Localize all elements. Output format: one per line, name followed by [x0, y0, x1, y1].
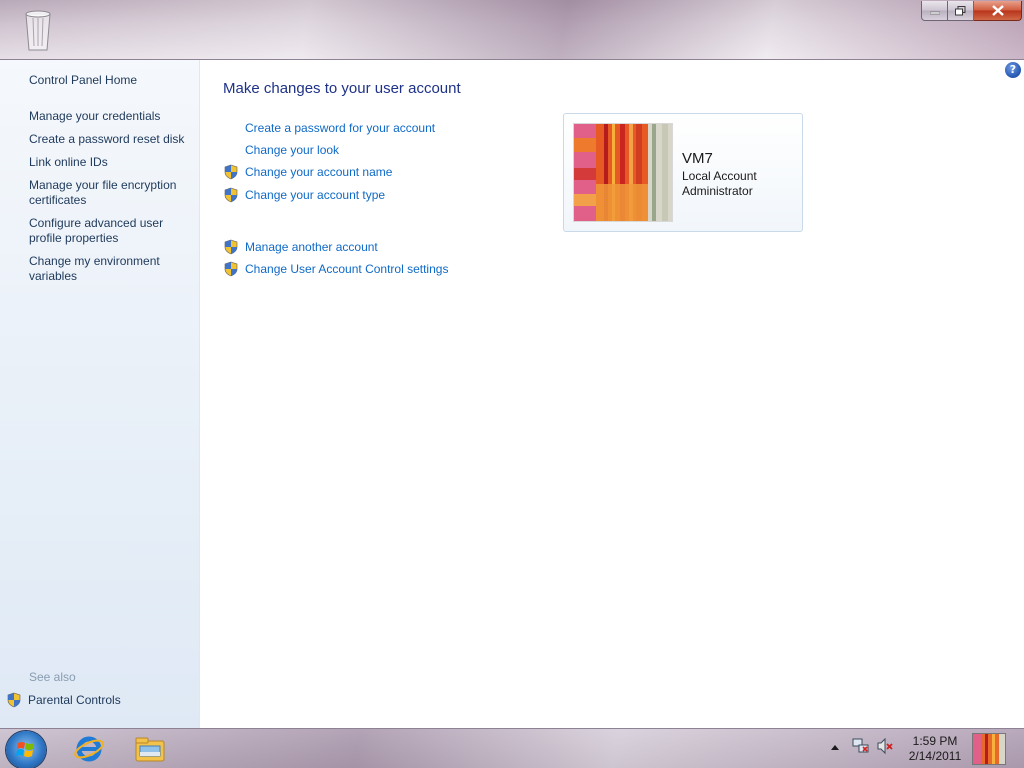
windows-explorer-icon — [135, 737, 165, 762]
minimize-icon — [929, 11, 940, 14]
internet-explorer-button[interactable] — [72, 733, 106, 765]
task-create-password[interactable]: Create a password for your account — [223, 120, 435, 136]
show-hidden-icons-arrow[interactable] — [831, 745, 839, 750]
taskbar: 1:59 PM 2/14/2011 — [0, 728, 1024, 768]
system-clock[interactable]: 1:59 PM 2/14/2011 — [900, 734, 970, 764]
task-change-account-name[interactable]: Change your account name — [223, 164, 392, 180]
account-picture[interactable] — [573, 123, 673, 222]
clock-time: 1:59 PM — [912, 734, 958, 748]
uac-shield-icon — [224, 239, 238, 255]
help-button[interactable]: ? — [1005, 62, 1021, 78]
clock-date: 2/14/2011 — [908, 749, 962, 763]
caption-buttons — [921, 1, 1022, 21]
network-tray-button[interactable] — [852, 737, 870, 755]
uac-shield-icon — [224, 164, 238, 180]
link-online-ids-link[interactable]: Link online IDs — [29, 155, 194, 170]
close-button[interactable] — [974, 1, 1022, 21]
left-navigation-pane: Control Panel Home Manage your credentia… — [0, 60, 200, 728]
show-desktop-thumbnail[interactable] — [972, 733, 1006, 765]
volume-muted-icon — [877, 737, 893, 755]
create-password-link[interactable]: Create a password for your account — [245, 121, 435, 135]
control-panel-home-link[interactable]: Control Panel Home — [29, 73, 194, 88]
account-role-label: Administrator — [682, 184, 753, 198]
manage-file-encryption-certificates-link[interactable]: Manage your file encryption certificates — [29, 178, 194, 208]
start-button[interactable] — [6, 731, 46, 768]
start-orb-icon — [16, 742, 34, 757]
close-icon — [991, 5, 1004, 16]
task-change-uac-settings[interactable]: Change User Account Control settings — [223, 261, 448, 277]
manage-credentials-link[interactable]: Manage your credentials — [29, 109, 194, 124]
uac-shield-icon — [224, 187, 238, 203]
account-type-label: Local Account — [682, 169, 757, 183]
task-change-look[interactable]: Change your look — [223, 142, 339, 158]
change-account-name-link[interactable]: Change your account name — [245, 165, 392, 179]
configure-advanced-profile-properties-link[interactable]: Configure advanced user profile properti… — [29, 216, 194, 246]
parental-controls-label: Parental Controls — [28, 693, 121, 707]
maximize-button[interactable] — [948, 1, 974, 21]
account-name: VM7 — [682, 150, 713, 167]
change-look-link[interactable]: Change your look — [245, 143, 339, 157]
window-titlebar[interactable] — [0, 0, 1024, 60]
change-uac-settings-link[interactable]: Change User Account Control settings — [245, 262, 448, 276]
manage-another-account-link[interactable]: Manage another account — [245, 240, 378, 254]
minimize-button[interactable] — [921, 1, 948, 21]
parental-controls-link[interactable]: Parental Controls — [6, 692, 121, 708]
internet-explorer-icon — [74, 736, 104, 762]
main-content: ? Make changes to your user account Crea… — [200, 60, 1024, 728]
uac-shield-icon — [7, 692, 21, 708]
change-account-type-link[interactable]: Change your account type — [245, 188, 385, 202]
maximize-icon — [955, 5, 966, 15]
windows-explorer-button[interactable] — [133, 733, 167, 765]
task-change-account-type[interactable]: Change your account type — [223, 187, 385, 203]
help-icon: ? — [1009, 63, 1017, 76]
recycle-bin-icon[interactable] — [20, 6, 56, 52]
change-environment-variables-link[interactable]: Change my environment variables — [29, 254, 194, 284]
task-manage-another-account[interactable]: Manage another account — [223, 239, 378, 255]
volume-tray-button[interactable] — [876, 737, 894, 755]
uac-shield-icon — [224, 261, 238, 277]
network-icon — [852, 738, 869, 753]
page-title: Make changes to your user account — [223, 80, 461, 97]
account-card: VM7 Local Account Administrator — [563, 113, 803, 232]
create-password-reset-disk-link[interactable]: Create a password reset disk — [29, 132, 194, 147]
see-also-label: See also — [29, 670, 76, 684]
